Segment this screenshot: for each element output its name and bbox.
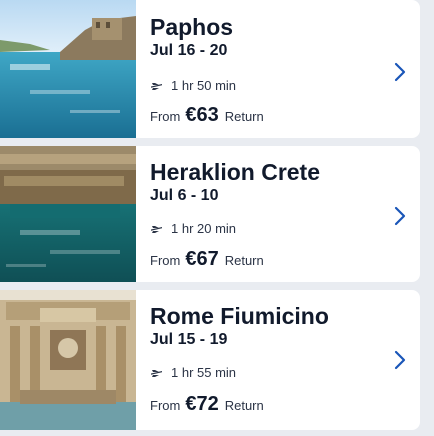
travel-dates: Jul 16 - 20 — [150, 42, 228, 59]
price-suffix: Return — [224, 253, 264, 268]
travel-dates: Jul 15 - 19 — [150, 331, 228, 348]
destination-title: Rome Fiumicino — [150, 303, 329, 329]
price-row: From €72 Return — [150, 393, 264, 416]
flight-duration: 1 hr 20 min — [150, 221, 236, 236]
price-suffix: Return — [224, 109, 264, 124]
price-prefix: From — [150, 398, 181, 413]
duration-label: 1 hr 50 min — [171, 78, 237, 93]
travel-dates: Jul 6 - 10 — [150, 187, 219, 204]
price-prefix: From — [150, 253, 181, 268]
price-value: €63 — [185, 104, 219, 126]
price-suffix: Return — [224, 398, 264, 413]
price-row: From €67 Return — [150, 248, 264, 271]
duration-label: 1 hr 20 min — [171, 221, 237, 236]
flight-duration: 1 hr 55 min — [150, 365, 236, 380]
destination-card-paphos[interactable]: Paphos Jul 16 - 20 1 hr 50 min From €63 … — [0, 0, 420, 138]
flight-duration: 1 hr 50 min — [150, 78, 236, 93]
destination-card-rome-fiumicino[interactable]: Rome Fiumicino Jul 15 - 19 1 hr 55 min F… — [0, 290, 420, 430]
destination-photo-rome-fiumicino — [0, 290, 136, 430]
price-row: From €63 Return — [150, 104, 264, 127]
destination-info: Heraklion Crete Jul 6 - 10 1 hr 20 min F… — [150, 146, 420, 282]
plane-icon — [150, 366, 163, 379]
destination-title: Paphos — [150, 14, 234, 40]
chevron-right-icon[interactable] — [394, 206, 406, 226]
destination-photo-heraklion-crete — [0, 146, 136, 282]
destination-list: Paphos Jul 16 - 20 1 hr 50 min From €63 … — [0, 0, 434, 436]
price-prefix: From — [150, 109, 181, 124]
duration-label: 1 hr 55 min — [171, 365, 237, 380]
destination-card-heraklion-crete[interactable]: Heraklion Crete Jul 6 - 10 1 hr 20 min F… — [0, 146, 420, 282]
plane-icon — [150, 79, 163, 92]
plane-icon — [150, 222, 163, 235]
destination-info: Rome Fiumicino Jul 15 - 19 1 hr 55 min F… — [150, 290, 420, 430]
chevron-right-icon[interactable] — [394, 62, 406, 82]
price-value: €67 — [185, 248, 219, 270]
destination-info: Paphos Jul 16 - 20 1 hr 50 min From €63 … — [150, 0, 420, 138]
chevron-right-icon[interactable] — [394, 350, 406, 370]
destination-photo-paphos — [0, 0, 136, 138]
price-value: €72 — [185, 393, 219, 415]
destination-title: Heraklion Crete — [150, 159, 321, 185]
